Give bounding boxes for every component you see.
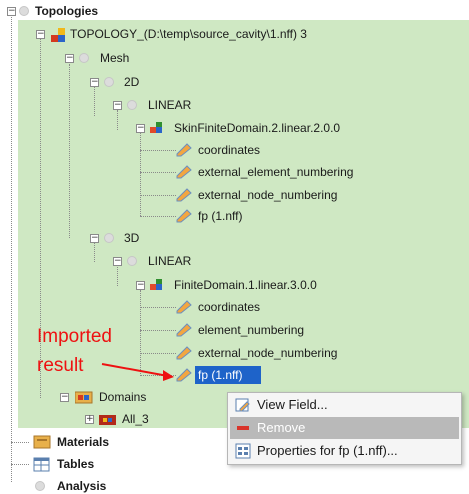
- tree-item-3d[interactable]: 3D: [124, 230, 139, 246]
- annotation-arrow: [101, 363, 174, 381]
- tree-item-field[interactable]: fp (1.nff): [198, 208, 242, 224]
- tables-icon: [33, 457, 50, 472]
- menu-item-properties[interactable]: Properties for fp (1.nff)...: [230, 440, 459, 462]
- topology-tree-panel: − Topologies − TOPOLOGY_(D:\temp\source_…: [0, 0, 469, 493]
- materials-icon: [33, 434, 51, 449]
- collapse-toggle-topologies[interactable]: −: [7, 7, 16, 16]
- collapse-toggle-linear-3d[interactable]: −: [113, 257, 122, 266]
- annotation-line2: result: [37, 355, 84, 376]
- collapse-toggle-3d[interactable]: −: [90, 234, 99, 243]
- tree-item-topologies[interactable]: Topologies: [35, 3, 98, 19]
- tree-item-mesh[interactable]: Mesh: [100, 50, 129, 66]
- tree-item-topology[interactable]: TOPOLOGY_(D:\temp\source_cavity\1.nff) 3: [70, 26, 307, 42]
- node-dot-icon: [127, 100, 137, 110]
- collapse-toggle-linear-2d[interactable]: −: [113, 101, 122, 110]
- remove-icon: [237, 426, 249, 430]
- tree-item-skin-domain[interactable]: SkinFiniteDomain.2.linear.2.0.0: [174, 120, 340, 136]
- field-pencil-icon: [176, 209, 192, 223]
- tree-item-field[interactable]: external_node_numbering: [198, 345, 337, 361]
- field-pencil-icon: [176, 143, 192, 157]
- node-dot-icon: [104, 233, 114, 243]
- properties-icon: [235, 443, 251, 459]
- field-pencil-icon: [176, 346, 192, 360]
- node-dot-icon: [35, 481, 45, 491]
- tree-item-materials[interactable]: Materials: [57, 434, 109, 450]
- menu-item-view-field[interactable]: View Field...: [230, 394, 459, 416]
- collapse-toggle-skin-domain[interactable]: −: [136, 124, 145, 133]
- annotation-line1: Imported: [37, 326, 112, 347]
- menu-label-view-field: View Field...: [257, 397, 328, 412]
- tree-item-field[interactable]: external_node_numbering: [198, 187, 337, 203]
- tree-item-linear-3d[interactable]: LINEAR: [148, 253, 191, 269]
- node-dot-icon: [79, 53, 89, 63]
- collapse-toggle-domains[interactable]: −: [60, 393, 69, 402]
- tree-item-field[interactable]: coordinates: [198, 299, 260, 315]
- tree-item-linear-2d[interactable]: LINEAR: [148, 97, 191, 113]
- node-dot-icon: [19, 6, 29, 16]
- node-dot-icon: [127, 256, 137, 266]
- topology-icon: [50, 27, 66, 42]
- collapse-toggle-topology[interactable]: −: [36, 30, 45, 39]
- menu-item-remove[interactable]: Remove: [230, 417, 459, 439]
- node-dot-icon: [104, 77, 114, 87]
- view-field-icon: [235, 398, 250, 412]
- tree-item-field[interactable]: coordinates: [198, 142, 260, 158]
- tree-item-domains[interactable]: Domains: [99, 389, 146, 405]
- tree-item-2d[interactable]: 2D: [124, 74, 139, 90]
- context-menu: View Field... Remove Properties for fp (…: [227, 392, 462, 465]
- tree-item-finite-domain[interactable]: FiniteDomain.1.linear.3.0.0: [174, 277, 317, 293]
- menu-label-remove: Remove: [257, 420, 306, 435]
- field-pencil-icon: [176, 165, 192, 179]
- collapse-toggle-2d[interactable]: −: [90, 78, 99, 87]
- tree-item-tables[interactable]: Tables: [57, 456, 94, 472]
- field-pencil-icon: [176, 188, 192, 202]
- tree-item-field[interactable]: external_element_numbering: [198, 164, 353, 180]
- folder-icon: [74, 390, 93, 404]
- field-pencil-icon: [176, 300, 192, 314]
- tree-item-all3[interactable]: All_3: [122, 411, 149, 427]
- collapse-toggle-mesh[interactable]: −: [65, 54, 74, 63]
- domain-group-icon: [99, 412, 116, 426]
- menu-label-properties: Properties for fp (1.nff)...: [257, 443, 398, 458]
- field-pencil-icon: [176, 323, 192, 337]
- tree-item-field-selected[interactable]: fp (1.nff): [198, 367, 242, 383]
- expand-toggle-all3[interactable]: +: [85, 415, 94, 424]
- domain-icon: [150, 278, 166, 292]
- domain-icon: [150, 121, 166, 135]
- tree-item-analysis[interactable]: Analysis: [57, 478, 106, 494]
- tree-item-field[interactable]: element_numbering: [198, 322, 304, 338]
- collapse-toggle-finite-domain[interactable]: −: [136, 281, 145, 290]
